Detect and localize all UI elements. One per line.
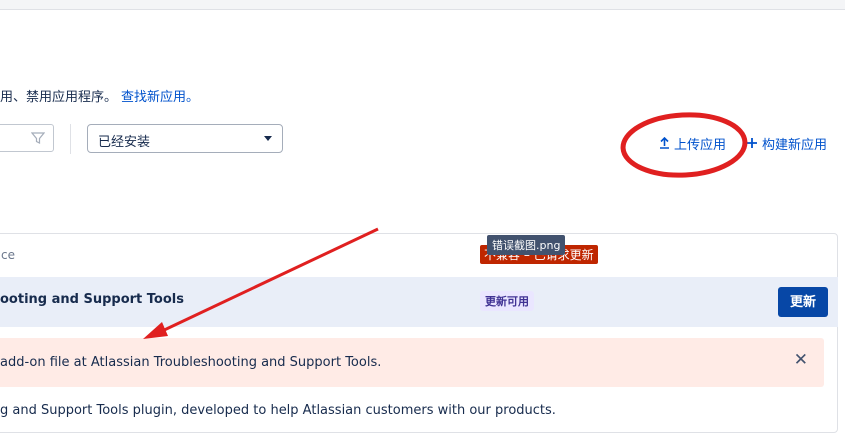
intro-text: 用、禁用应用程序。 查找新应用。 (0, 86, 199, 105)
build-new-app-label: 构建新应用 (762, 138, 828, 153)
update-available-badge: 更新可用 (480, 291, 534, 311)
filename-tooltip: 错误截图.png (487, 235, 566, 255)
status-select[interactable]: 已经安装 (87, 124, 283, 153)
upload-app-label: 上传应用 (674, 138, 727, 153)
plus-icon (746, 137, 758, 153)
upload-icon (659, 136, 670, 153)
filter-divider (70, 124, 71, 154)
top-bar (0, 0, 845, 10)
error-message-text: add-on file at Atlassian Troubleshooting… (0, 355, 382, 370)
app-title: ooting and Support Tools (0, 292, 184, 307)
update-button[interactable]: 更新 (778, 287, 828, 317)
panel-header-text: ce (1, 248, 15, 262)
chevron-down-icon (264, 136, 272, 141)
build-new-app-link[interactable]: 构建新应用 (746, 134, 827, 153)
app-description: g and Support Tools plugin, developed to… (0, 403, 556, 418)
intro-sentence: 用、禁用应用程序。 (0, 90, 118, 105)
panel-header: ce (0, 234, 837, 279)
app-row[interactable]: ooting and Support Tools 更新可用 更新 (0, 277, 838, 327)
close-icon[interactable]: ✕ (794, 350, 808, 370)
upload-app-link[interactable]: 上传应用 (659, 134, 726, 153)
filter-input[interactable] (0, 124, 54, 152)
status-select-value: 已经安装 (98, 135, 151, 150)
filter-icon (31, 132, 45, 144)
error-message: add-on file at Atlassian Troubleshooting… (0, 338, 824, 387)
find-new-apps-link[interactable]: 查找新应用。 (121, 90, 199, 105)
